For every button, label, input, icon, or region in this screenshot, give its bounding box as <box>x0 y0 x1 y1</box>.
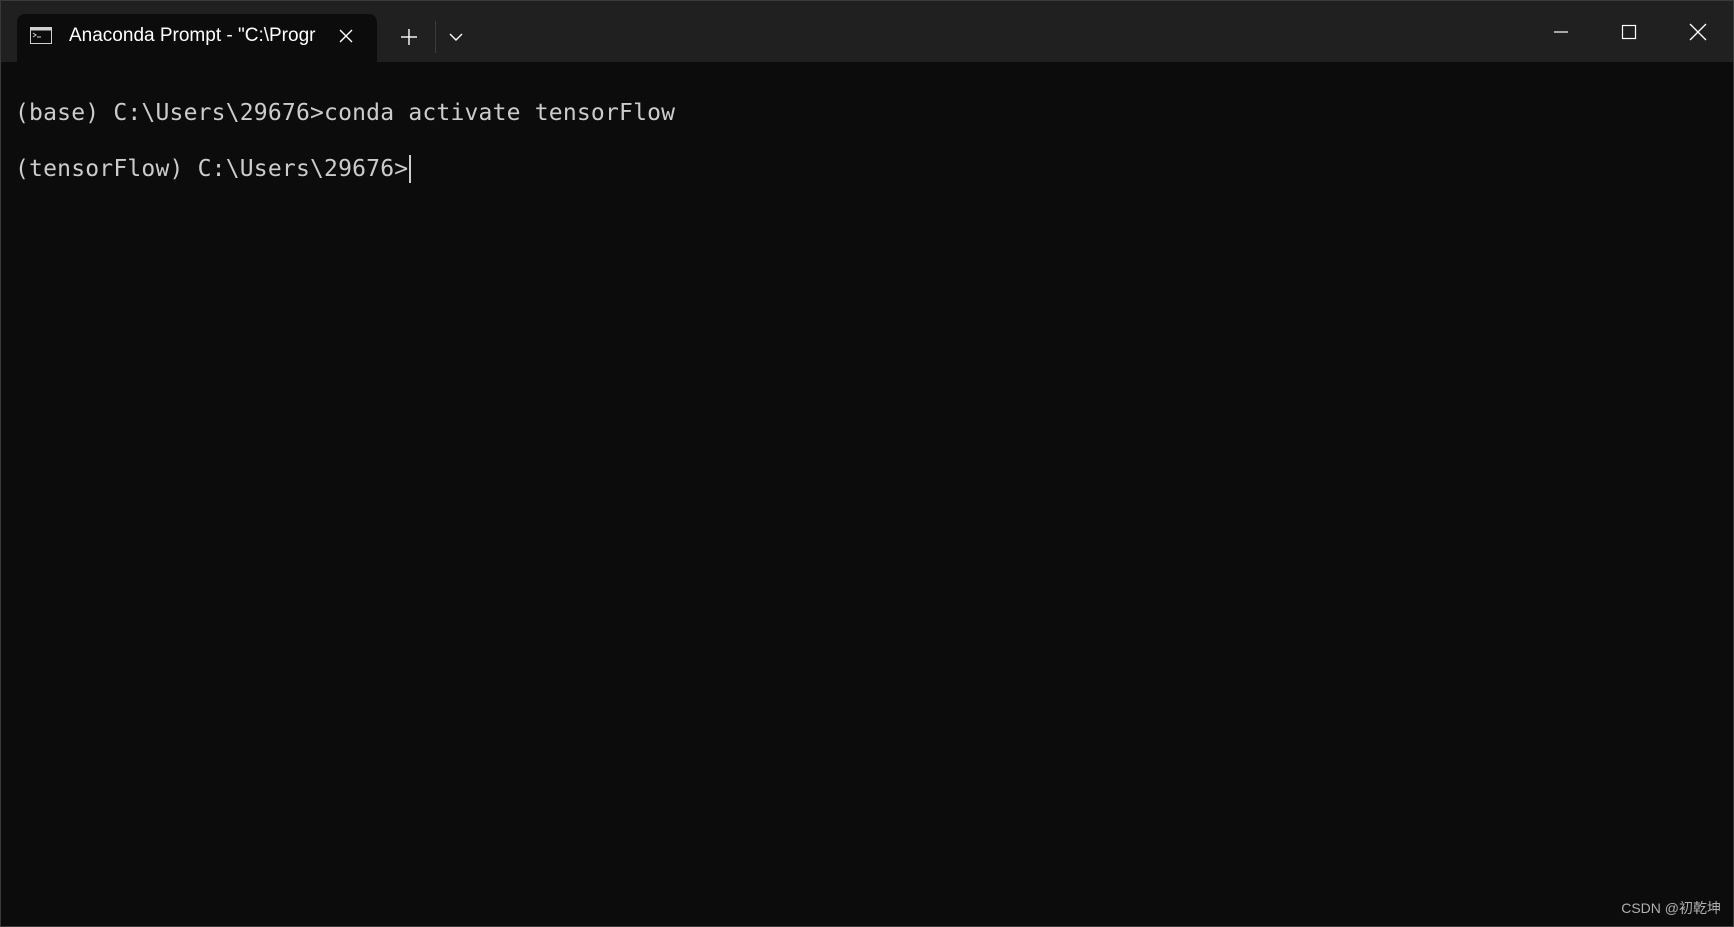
terminal-window: Anaconda Prompt - "C:\Progr (base) C:\Us… <box>0 0 1734 927</box>
text-cursor <box>409 155 412 183</box>
terminal-output[interactable]: (base) C:\Users\29676>conda activate ten… <box>1 62 1733 926</box>
terminal-prompt-line[interactable]: (tensorFlow) C:\Users\29676> <box>15 155 412 183</box>
maximize-button[interactable] <box>1606 11 1652 53</box>
minimize-button[interactable] <box>1538 11 1584 53</box>
tab-close-icon[interactable] <box>335 25 357 47</box>
close-icon <box>1689 23 1707 41</box>
close-window-button[interactable] <box>1675 11 1721 53</box>
watermark: CSDN @初乾坤 <box>1621 900 1721 916</box>
new-tab-button[interactable] <box>394 23 424 51</box>
tab-anaconda-prompt[interactable]: Anaconda Prompt - "C:\Progr <box>17 14 377 62</box>
chevron-down-icon <box>449 33 463 41</box>
maximize-icon <box>1621 24 1637 40</box>
plus-icon <box>401 29 417 45</box>
minimize-icon <box>1554 31 1568 33</box>
tab-separator <box>435 21 436 53</box>
terminal-line: (base) C:\Users\29676>conda activate ten… <box>15 100 676 126</box>
title-bar[interactable]: Anaconda Prompt - "C:\Progr <box>1 1 1733 62</box>
tab-dropdown-button[interactable] <box>441 23 471 51</box>
tab-title: Anaconda Prompt - "C:\Progr <box>69 25 316 46</box>
prompt-text: (tensorFlow) C:\Users\29676> <box>15 156 409 182</box>
terminal-icon <box>30 27 52 44</box>
